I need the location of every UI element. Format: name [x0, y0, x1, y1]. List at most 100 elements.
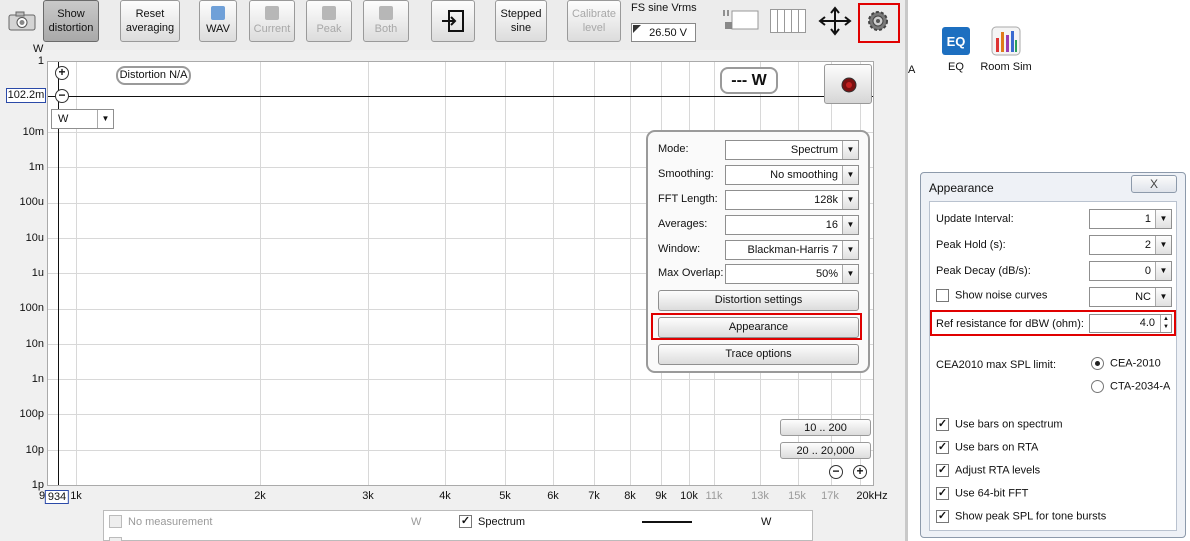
spectrum-checkbox[interactable]: ✓: [459, 515, 472, 528]
update-interval-select[interactable]: 1 ▼: [1089, 209, 1172, 229]
move-arrows-icon[interactable]: [817, 6, 853, 36]
use-64bit-row[interactable]: ✓ Use 64-bit FFT: [936, 487, 1028, 500]
window-select[interactable]: Blackman-Harris 7 ▼: [725, 240, 859, 260]
unit-select[interactable]: W ▼: [51, 109, 114, 129]
cea-2010-option[interactable]: CEA-2010: [1091, 357, 1161, 370]
show-peak-spl-checkbox[interactable]: ✓: [936, 510, 949, 523]
save-icon: [322, 6, 336, 20]
distortion-settings-button[interactable]: Distortion settings: [658, 290, 859, 311]
peak-decay-label: Peak Decay (dB/s):: [936, 265, 1031, 277]
peak-label: Peak: [316, 23, 342, 35]
cta-2034-option[interactable]: CTA-2034-A: [1091, 380, 1170, 393]
noise-curves-value: NC: [1135, 291, 1151, 303]
noise-curves-select[interactable]: NC ▼: [1089, 287, 1172, 307]
x-tick-label: 2k: [254, 490, 266, 502]
save-icon: [379, 6, 393, 20]
horizontal-cursor-line: [48, 96, 873, 97]
cta-2034-radio[interactable]: [1091, 380, 1104, 393]
x-tick-label: 8k: [624, 490, 636, 502]
record-button[interactable]: [824, 64, 872, 104]
chevron-down-icon: ▼: [842, 141, 858, 159]
cea-2010-radio[interactable]: [1091, 357, 1104, 370]
adjust-rta-checkbox[interactable]: ✓: [936, 464, 949, 477]
y-tick-label: 1u: [31, 267, 44, 279]
zoom-in-y-icon[interactable]: +: [55, 66, 69, 80]
unit-select-value: W: [58, 113, 69, 125]
x-tick-label: 20kHz: [856, 490, 888, 502]
calibrate-level-button[interactable]: Calibrate level: [567, 0, 621, 42]
current-label: Current: [253, 23, 291, 35]
folder-icon: [211, 6, 225, 20]
y-tick-label: 1: [37, 55, 44, 67]
averages-select[interactable]: 16 ▼: [725, 215, 859, 235]
show-noise-label: Show noise curves: [955, 289, 1048, 302]
toolbar: Show distortion Reset averaging WAV Curr…: [0, 0, 905, 50]
both-button[interactable]: Both: [363, 0, 409, 42]
wav-button[interactable]: WAV: [199, 0, 237, 42]
use-bars-spectrum-label: Use bars on spectrum: [955, 418, 1063, 431]
graph-size-icon[interactable]: [722, 8, 760, 32]
use-bars-spectrum-checkbox[interactable]: ✓: [936, 418, 949, 431]
columns-icon[interactable]: [770, 9, 806, 33]
y-cursor-value: 102.2m: [6, 88, 46, 103]
max-overlap-label: Max Overlap:: [658, 267, 724, 279]
fft-length-label: FFT Length:: [658, 193, 718, 205]
export-button[interactable]: [431, 0, 475, 42]
y-tick-label: 1n: [31, 373, 44, 385]
mode-select[interactable]: Spectrum ▼: [725, 140, 859, 160]
x-tick-label: 4k: [439, 490, 451, 502]
no-measurement-label: No measurement: [128, 516, 213, 528]
range-20-20000-button[interactable]: 20 .. 20,000: [780, 442, 871, 459]
fs-sine-field[interactable]: 26.50 V: [631, 23, 696, 42]
zoom-out-x-icon[interactable]: −: [829, 465, 843, 479]
fs-sine-label: FS sine Vrms: [631, 2, 697, 14]
close-button[interactable]: X: [1131, 175, 1177, 193]
update-interval-value: 1: [1144, 213, 1151, 225]
use-bars-rta-checkbox[interactable]: ✓: [936, 441, 949, 454]
eq-tool[interactable]: EQ EQ: [936, 26, 976, 76]
appearance-dialog: Appearance X Update Interval: 1 ▼ Peak H…: [920, 172, 1186, 538]
fft-length-select[interactable]: 128k ▼: [725, 190, 859, 210]
zoom-in-x-icon[interactable]: +: [853, 465, 867, 479]
y-tick-label: 10n: [25, 338, 44, 350]
show-noise-checkbox[interactable]: [936, 289, 949, 302]
update-interval-label: Update Interval:: [936, 213, 1014, 225]
current-button[interactable]: Current: [249, 0, 295, 42]
peak-decay-select[interactable]: 0 ▼: [1089, 261, 1172, 281]
x-tick-label: 3k: [362, 490, 374, 502]
use-bars-rta-row[interactable]: ✓ Use bars on RTA: [936, 441, 1038, 454]
max-overlap-select[interactable]: 50% ▼: [725, 264, 859, 284]
mode-label: Mode:: [658, 143, 689, 155]
window-label: Window:: [658, 243, 701, 255]
stepped-sine-button[interactable]: Stepped sine: [495, 0, 547, 42]
save-icon: [265, 6, 279, 20]
trace-options-button[interactable]: Trace options: [658, 344, 859, 365]
range-10-200-button[interactable]: 10 .. 200: [780, 419, 871, 436]
x-tick-label: 11k: [705, 490, 723, 502]
no-measurement-checkbox[interactable]: [109, 515, 122, 528]
export-icon: [442, 10, 464, 32]
legend-panel: No measurement W ✓ Spectrum W: [103, 510, 813, 541]
eq-icon: EQ: [942, 27, 970, 55]
show-peak-spl-row[interactable]: ✓ Show peak SPL for tone bursts: [936, 510, 1106, 523]
show-noise-row[interactable]: Show noise curves: [936, 289, 1047, 302]
peak-hold-label: Peak Hold (s):: [936, 239, 1006, 251]
zoom-out-y-icon[interactable]: −: [55, 89, 69, 103]
svg-text:EQ: EQ: [947, 34, 966, 49]
cta-2034-label: CTA-2034-A: [1110, 380, 1171, 393]
smoothing-select[interactable]: No smoothing ▼: [725, 165, 859, 185]
adjust-rta-row[interactable]: ✓ Adjust RTA levels: [936, 464, 1040, 477]
legend-row-checkbox[interactable]: [109, 537, 122, 541]
y-unit-label: W: [33, 43, 44, 55]
peak-hold-select[interactable]: 2 ▼: [1089, 235, 1172, 255]
spectrum-label: Spectrum: [478, 516, 526, 528]
no-measurement-unit: W: [411, 516, 422, 528]
x-tick-label: 17k: [821, 490, 839, 502]
peak-button[interactable]: Peak: [306, 0, 352, 42]
use-bars-spectrum-row[interactable]: ✓ Use bars on spectrum: [936, 418, 1063, 431]
use-64bit-checkbox[interactable]: ✓: [936, 487, 949, 500]
camera-icon[interactable]: [7, 10, 37, 32]
show-distortion-button[interactable]: Show distortion: [43, 0, 99, 42]
room-sim-tool[interactable]: Room Sim: [980, 26, 1032, 76]
reset-averaging-button[interactable]: Reset averaging: [120, 0, 180, 42]
